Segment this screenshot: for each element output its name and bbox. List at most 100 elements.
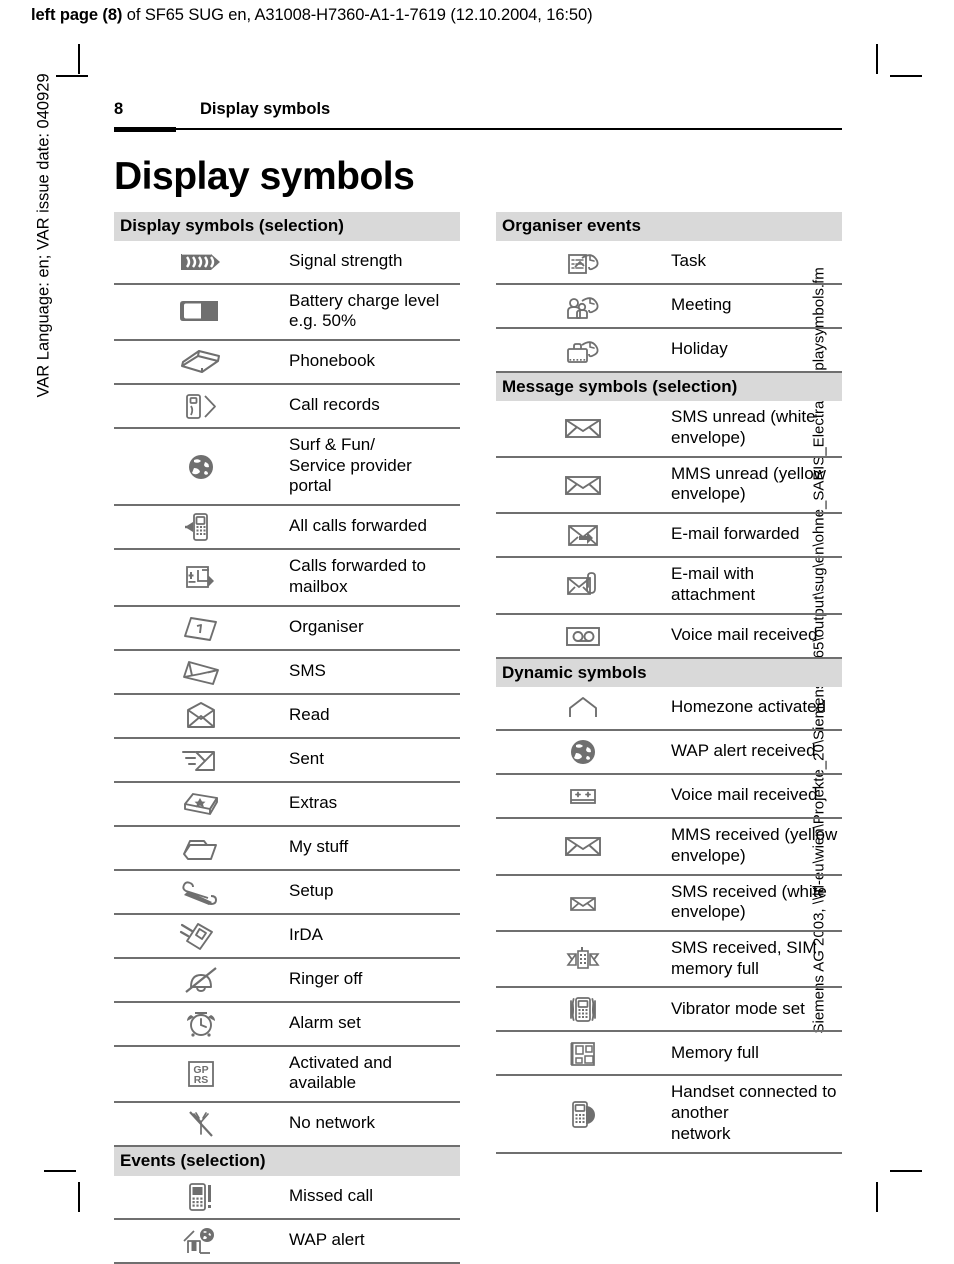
voice-mail-small-icon bbox=[496, 774, 669, 820]
section-header-label: Dynamic symbols bbox=[496, 656, 842, 688]
symbol-row: Phonebook bbox=[114, 340, 460, 386]
crop-mark-top-right-horizontal bbox=[890, 75, 922, 77]
envelope-small-icon bbox=[496, 874, 669, 932]
phonebook-icon bbox=[114, 340, 287, 386]
symbol-row: Missed call bbox=[114, 1175, 460, 1220]
envelope-closed-icon bbox=[496, 401, 669, 458]
symbol-label: Phonebook bbox=[287, 340, 460, 386]
symbol-row: SMS bbox=[114, 649, 460, 695]
symbol-label: Voice mail received bbox=[669, 774, 842, 820]
email-forwarded-icon bbox=[496, 513, 669, 559]
section-header-label: Organiser events bbox=[496, 212, 842, 241]
symbol-row: Homezone activated bbox=[496, 687, 842, 732]
symbol-label: Extras bbox=[287, 781, 460, 827]
page-title: Display symbols bbox=[114, 155, 415, 198]
crop-mark-top-right-vertical bbox=[876, 44, 878, 74]
right-symbol-table: Organiser events Task Meeting Holiday Messag… bbox=[496, 212, 842, 1154]
page-body: 8 Display symbols Display symbols Displa… bbox=[114, 100, 842, 1264]
homezone-icon bbox=[496, 687, 669, 732]
two-column-layout: Display symbols (selection) Signal streng… bbox=[114, 212, 842, 1264]
symbol-row: Task bbox=[496, 240, 842, 285]
symbol-row: Battery charge level e.g. 50% bbox=[114, 283, 460, 342]
ringer-off-icon bbox=[114, 957, 287, 1003]
symbol-label: Sent bbox=[287, 737, 460, 783]
symbol-label: SMS received, SIM memory full bbox=[669, 930, 842, 989]
symbol-label: Signal strength bbox=[287, 240, 460, 285]
section-header-label: Events (selection) bbox=[114, 1145, 460, 1176]
crop-mark-bottom-right-horizontal bbox=[890, 1170, 922, 1172]
symbol-label: Surf & Fun/Service provider portal bbox=[287, 428, 460, 507]
sms-icon bbox=[114, 649, 287, 695]
no-network-icon bbox=[114, 1102, 287, 1148]
crop-mark-bottom-right-vertical bbox=[876, 1182, 878, 1212]
envelope-closed-icon bbox=[496, 818, 669, 876]
voice-mail-tape-icon bbox=[496, 613, 669, 659]
running-head: 8 Display symbols bbox=[114, 100, 842, 127]
handset-other-network-icon bbox=[496, 1075, 669, 1154]
crop-mark-top-left-vertical bbox=[78, 44, 80, 74]
symbol-row: Calls forwarded to mailbox bbox=[114, 549, 460, 607]
organiser-icon bbox=[114, 605, 287, 651]
symbol-label: Missed call bbox=[287, 1175, 460, 1220]
section-header-label: Message symbols (selection) bbox=[496, 370, 842, 402]
symbol-label: Call records bbox=[287, 384, 460, 430]
symbol-label: E-mail forwarded bbox=[669, 513, 842, 559]
section-header-row: Message symbols (selection) bbox=[496, 370, 842, 402]
symbol-label: E-mail with attachment bbox=[669, 557, 842, 615]
symbol-label: Handset connected to another network bbox=[669, 1075, 842, 1154]
symbol-label: Task bbox=[669, 240, 842, 285]
symbol-label: Alarm set bbox=[287, 1001, 460, 1047]
irda-icon bbox=[114, 913, 287, 959]
wap-alert-icon bbox=[114, 1218, 287, 1264]
symbol-row: Signal strength bbox=[114, 240, 460, 285]
svg-text:RS: RS bbox=[193, 1074, 208, 1086]
symbol-label: Read bbox=[287, 693, 460, 739]
symbol-label: Ringer off bbox=[287, 957, 460, 1003]
read-envelope-icon bbox=[114, 693, 287, 739]
symbol-label: WAP alert bbox=[287, 1218, 460, 1264]
symbol-label: IrDA bbox=[287, 913, 460, 959]
section-header-row: Display symbols (selection) bbox=[114, 212, 460, 241]
task-icon bbox=[496, 240, 669, 285]
extras-box-icon bbox=[114, 781, 287, 827]
globe-icon bbox=[114, 428, 287, 507]
chapter-title: Display symbols bbox=[200, 100, 331, 118]
symbol-row: SMS received, SIM memory full bbox=[496, 930, 842, 989]
symbol-row: Extras bbox=[114, 781, 460, 827]
symbol-label: Battery charge level e.g. 50% bbox=[287, 283, 460, 342]
symbol-label: SMS bbox=[287, 649, 460, 695]
symbol-label: Holiday bbox=[669, 327, 842, 373]
left-symbol-table: Display symbols (selection) Signal streng… bbox=[114, 212, 460, 1264]
email-attachment-icon bbox=[496, 557, 669, 615]
envelope-closed-icon bbox=[496, 456, 669, 515]
symbol-row: My stuff bbox=[114, 825, 460, 871]
symbol-label: Voice mail received bbox=[669, 613, 842, 659]
symbol-label: Meeting bbox=[669, 283, 842, 329]
holiday-icon bbox=[496, 327, 669, 373]
print-header: left page (8) of SF65 SUG en, A31008-H73… bbox=[31, 6, 593, 25]
battery-icon bbox=[114, 283, 287, 342]
my-stuff-folder-icon bbox=[114, 825, 287, 871]
symbol-label: Memory full bbox=[669, 1031, 842, 1077]
symbol-row: Alarm set bbox=[114, 1001, 460, 1047]
symbol-row: Memory full bbox=[496, 1031, 842, 1077]
symbol-row: IrDA bbox=[114, 913, 460, 959]
section-header-row: Organiser events bbox=[496, 212, 842, 241]
header-rule bbox=[114, 127, 842, 132]
header-rule-thick bbox=[114, 127, 176, 132]
missed-call-icon bbox=[114, 1175, 287, 1220]
left-column: Display symbols (selection) Signal streng… bbox=[114, 212, 460, 1264]
symbol-row: Voice mail received bbox=[496, 774, 842, 820]
symbol-row: No network bbox=[114, 1102, 460, 1148]
symbol-row: Ringer off bbox=[114, 957, 460, 1003]
symbol-row: E-mail with attachment bbox=[496, 557, 842, 615]
symbol-label: SMS received (white envelope) bbox=[669, 874, 842, 932]
symbol-row: Surf & Fun/Service provider portal bbox=[114, 428, 460, 507]
crop-mark-bottom-left-vertical bbox=[78, 1182, 80, 1212]
page-number: 8 bbox=[114, 100, 124, 118]
symbol-label: No network bbox=[287, 1102, 460, 1148]
crop-mark-bottom-left-horizontal bbox=[44, 1170, 76, 1172]
symbol-label: Homezone activated bbox=[669, 687, 842, 732]
symbol-row: Sent bbox=[114, 737, 460, 783]
call-records-icon bbox=[114, 384, 287, 430]
